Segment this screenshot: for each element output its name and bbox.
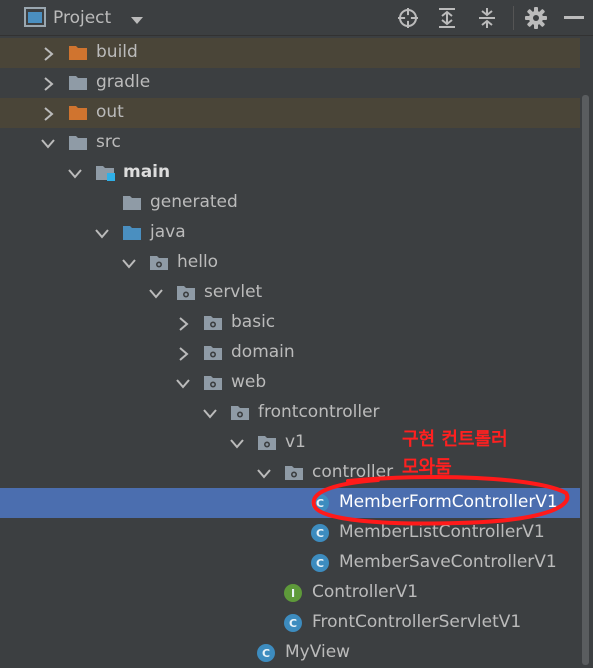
chevron-down-icon[interactable] <box>95 226 109 240</box>
gear-icon[interactable] <box>524 6 548 30</box>
chevron-right-icon[interactable] <box>176 346 190 361</box>
tree-row-label: src <box>96 132 121 152</box>
chevron-down-icon[interactable] <box>203 406 217 420</box>
tree-row-web[interactable]: web <box>0 368 580 398</box>
tree-row-hello[interactable]: hello <box>0 248 580 278</box>
header-separator <box>513 6 514 30</box>
tree-row-out[interactable]: out <box>0 98 580 128</box>
package-icon <box>230 404 250 422</box>
chevron-down-icon[interactable] <box>41 136 55 150</box>
tree-row-label: MyView <box>285 642 351 662</box>
tree-row-myview[interactable]: C MyView <box>0 638 580 668</box>
expand-all-icon[interactable] <box>435 6 459 30</box>
chevron-down-icon[interactable] <box>68 166 82 180</box>
tree-row-label: servlet <box>204 282 263 302</box>
handwritten-annotation: 구현 컨트롤러 모와둠 <box>402 426 508 482</box>
package-icon <box>149 254 169 272</box>
module-folder-icon <box>95 164 115 182</box>
tree-row-build[interactable]: build <box>0 38 580 68</box>
hand-drawn-circle-annotation <box>311 475 570 526</box>
tree-row-domain[interactable]: domain <box>0 338 580 368</box>
tree-row-label: basic <box>231 312 276 332</box>
package-icon <box>203 314 223 332</box>
class-icon: C <box>311 554 331 572</box>
chevron-down-icon[interactable] <box>257 466 271 480</box>
source-folder-icon <box>122 224 142 242</box>
chevron-down-icon[interactable] <box>149 286 163 300</box>
project-panel-header: Project <box>0 0 593 36</box>
tree-row-membersavecontrollerv1[interactable]: C MemberSaveControllerV1 <box>0 548 580 578</box>
chevron-right-icon[interactable] <box>41 46 55 61</box>
interface-icon: I <box>284 584 304 602</box>
project-panel-icon[interactable] <box>24 7 46 31</box>
tree-row-label: v1 <box>285 432 306 452</box>
chevron-down-icon[interactable] <box>176 376 190 390</box>
package-icon <box>284 464 304 482</box>
annotation-line-1: 구현 컨트롤러 <box>402 429 508 450</box>
tree-row-label: main <box>123 162 171 182</box>
tree-row-label: frontcontroller <box>258 402 380 422</box>
tree-row-label: out <box>96 102 124 122</box>
class-icon: C <box>284 614 304 632</box>
tree-row-controllerv1[interactable]: I ControllerV1 <box>0 578 580 608</box>
tree-row-label: FrontControllerServletV1 <box>312 612 522 632</box>
annotation-line-2: 모와둠 <box>402 457 452 478</box>
tree-row-label: hello <box>177 252 219 272</box>
class-icon: C <box>257 644 277 662</box>
project-tree: build gradle out src main generated java hello s… <box>0 37 580 665</box>
chevron-right-icon[interactable] <box>176 316 190 331</box>
folder-icon <box>68 74 88 92</box>
package-icon <box>203 374 223 392</box>
tree-row-main[interactable]: main <box>0 158 580 188</box>
package-icon <box>257 434 277 452</box>
tree-row-java[interactable]: java <box>0 218 580 248</box>
folder-icon <box>122 194 142 212</box>
collapse-all-icon[interactable] <box>475 6 499 30</box>
tree-row-label: MemberSaveControllerV1 <box>339 552 557 572</box>
chevron-down-icon[interactable] <box>130 11 144 30</box>
tree-row-basic[interactable]: basic <box>0 308 580 338</box>
chevron-down-icon[interactable] <box>230 436 244 450</box>
excluded-folder-icon <box>68 104 88 122</box>
chevron-right-icon[interactable] <box>41 76 55 91</box>
tree-row-src[interactable]: src <box>0 128 580 158</box>
tree-row-frontcontrollerservletv1[interactable]: C FrontControllerServletV1 <box>0 608 580 638</box>
excluded-folder-icon <box>68 44 88 62</box>
panel-title[interactable]: Project <box>53 8 111 28</box>
tree-row-label: ControllerV1 <box>312 582 419 602</box>
package-icon <box>203 344 223 362</box>
chevron-down-icon[interactable] <box>122 256 136 270</box>
folder-icon <box>68 134 88 152</box>
tree-row-label: build <box>96 42 138 62</box>
tree-row-frontcontroller[interactable]: frontcontroller <box>0 398 580 428</box>
package-icon <box>176 284 196 302</box>
minimize-icon[interactable] <box>562 6 586 30</box>
tree-row-generated[interactable]: generated <box>0 188 580 218</box>
tree-row-label: java <box>150 222 186 242</box>
tree-scrollbar[interactable] <box>582 95 589 665</box>
chevron-right-icon[interactable] <box>41 106 55 121</box>
tree-row-label: domain <box>231 342 295 362</box>
tree-row-label: web <box>231 372 267 392</box>
tree-row-label: generated <box>150 192 238 212</box>
tree-row-gradle[interactable]: gradle <box>0 68 580 98</box>
tree-row-servlet[interactable]: servlet <box>0 278 580 308</box>
locate-icon[interactable] <box>396 6 420 30</box>
tree-row-label: gradle <box>96 72 151 92</box>
